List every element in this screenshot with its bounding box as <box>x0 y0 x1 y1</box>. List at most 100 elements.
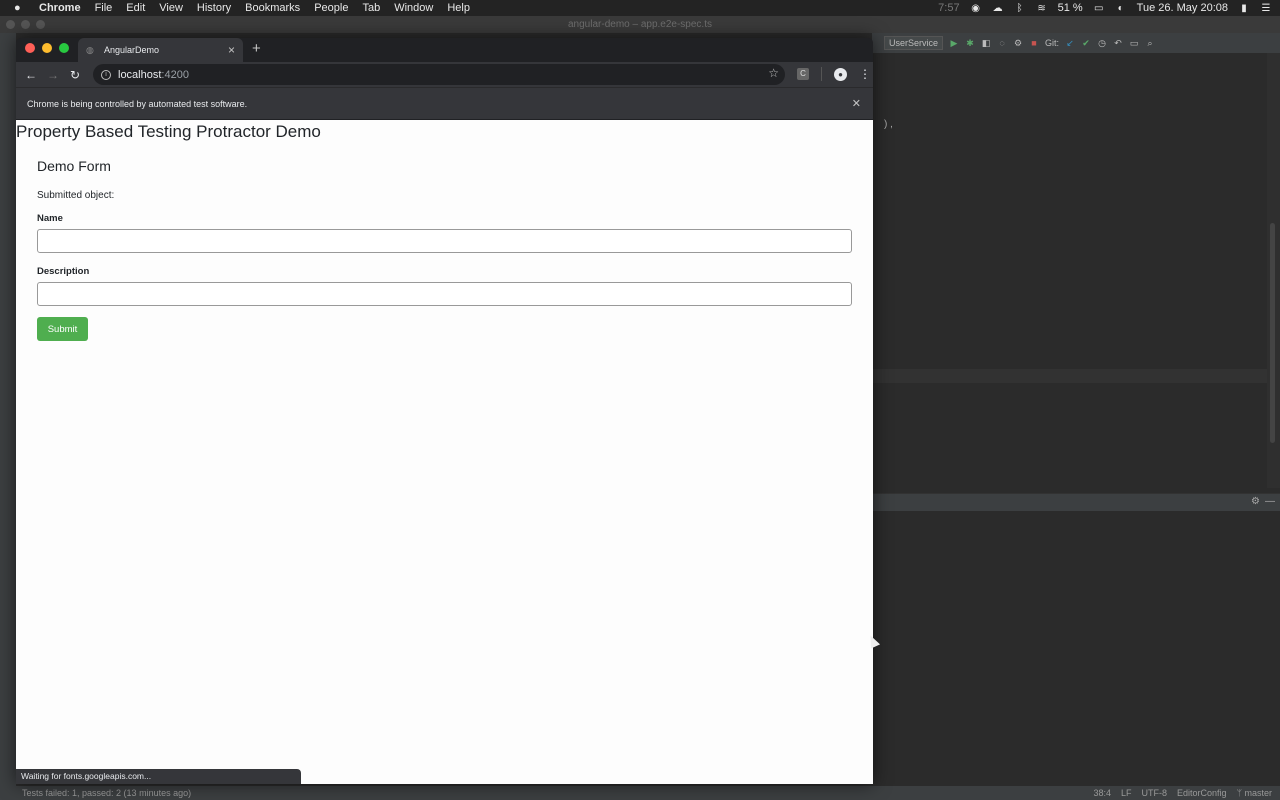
coverage-icon[interactable]: ◧ <box>981 38 991 48</box>
globe-favicon-icon: ◍ <box>86 45 94 55</box>
run-config-select[interactable]: UserService <box>884 36 944 50</box>
ide-window-title: angular-demo – app.e2e-spec.ts <box>568 19 712 30</box>
extension-icon[interactable]: C <box>797 68 809 80</box>
menu-file[interactable]: File <box>95 2 113 14</box>
ide-search-icon[interactable]: ⌕ <box>1145 38 1155 48</box>
page-title: Property Based Testing Protractor Demo <box>16 122 321 141</box>
name-label: Name <box>37 213 63 224</box>
file-encoding[interactable]: UTF-8 <box>1142 788 1168 798</box>
menu-view[interactable]: View <box>159 2 183 14</box>
kebab-menu-icon[interactable]: ⋮ <box>859 67 871 81</box>
tab-strip: ◍ AngularDemo × + <box>16 38 873 62</box>
menu-people[interactable]: People <box>314 2 348 14</box>
page-content: Property Based Testing Protractor Demo D… <box>16 120 873 784</box>
name-input[interactable] <box>37 229 852 253</box>
ide-tool-window <box>872 511 1280 786</box>
notification-center-icon[interactable]: ▮ <box>1238 3 1250 14</box>
apple-icon[interactable]: ● <box>14 2 28 14</box>
description-input[interactable] <box>37 282 852 306</box>
toolbar-divider <box>821 67 822 81</box>
control-strip-icon[interactable]: ☰ <box>1260 3 1272 14</box>
ide-tool-window-header: ⚙ — <box>872 493 1280 511</box>
git-update-icon[interactable]: ↙ <box>1065 38 1075 48</box>
address-bar[interactable]: i localhost:4200 ☆ <box>93 64 785 85</box>
tab-angulardemo[interactable]: ◍ AngularDemo × <box>78 38 243 62</box>
line-separator[interactable]: LF <box>1121 788 1132 798</box>
branch-name: master <box>1244 788 1272 798</box>
forward-arrow-icon[interactable]: → <box>42 68 64 82</box>
wifi-icon[interactable]: ≋ <box>1036 3 1048 14</box>
profile-icon[interactable]: ◌ <box>997 38 1007 48</box>
menu-tab[interactable]: Tab <box>362 2 380 14</box>
chrome-window: ◍ AngularDemo × + ← → ↻ i localhost:4200… <box>16 38 873 784</box>
ide-status-right: 38:4 LF UTF-8 EditorConfig ᛘ master <box>1093 788 1272 798</box>
time-remaining: 7:57 <box>938 2 960 14</box>
code-fragment: ) , <box>884 119 893 130</box>
cloud-icon[interactable]: ☁ <box>992 3 1004 14</box>
ide-editor[interactable]: ) , <box>872 53 1267 488</box>
reload-icon[interactable]: ↻ <box>64 68 86 82</box>
editorconfig-indicator[interactable]: EditorConfig <box>1177 788 1227 798</box>
ide-title-bar: angular-demo – app.e2e-spec.ts <box>0 16 1280 33</box>
description-label: Description <box>37 266 90 277</box>
ide-left-tool-strip <box>0 33 16 800</box>
minimize-icon[interactable]: — <box>1265 496 1275 507</box>
layout-icon[interactable]: ▭ <box>1129 38 1139 48</box>
form-title: Demo Form <box>37 158 111 174</box>
tab-title: AngularDemo <box>104 45 160 55</box>
browser-toolbar: ← → ↻ i localhost:4200 ☆ C ● ⋮ <box>16 62 873 87</box>
run-icon[interactable]: ▶ <box>949 38 959 48</box>
menu-history[interactable]: History <box>197 2 231 14</box>
ide-window-controls <box>6 20 45 29</box>
git-commit-icon[interactable]: ✔ <box>1081 38 1091 48</box>
toolbar-actions: C ● ⋮ <box>797 67 871 81</box>
menu-window[interactable]: Window <box>394 2 433 14</box>
menu-bookmarks[interactable]: Bookmarks <box>245 2 300 14</box>
debug-icon[interactable]: ✱ <box>965 38 975 48</box>
ide-toolbar: UserService ▶ ✱ ◧ ◌ ⚙ ■ Git: ↙ ✔ ◷ ↶ ▭ ⌕ <box>872 33 1280 53</box>
minimize-window-button[interactable] <box>42 43 52 53</box>
scrollbar-thumb[interactable] <box>1270 223 1275 443</box>
settings-gear-icon[interactable]: ⚙ <box>1251 496 1260 507</box>
git-branch[interactable]: ᛘ master <box>1237 788 1272 798</box>
revert-icon[interactable]: ↶ <box>1113 38 1123 48</box>
current-line-highlight <box>872 369 1267 383</box>
close-tab-icon[interactable]: × <box>228 43 235 57</box>
ide-status-bar: Tests failed: 1, passed: 2 (13 minutes a… <box>0 786 1280 800</box>
submitted-object-label: Submitted object: <box>37 190 115 201</box>
new-tab-icon[interactable]: + <box>252 40 261 57</box>
window-controls <box>25 43 69 53</box>
record-icon[interactable]: ◉ <box>970 3 982 14</box>
back-arrow-icon[interactable]: ← <box>20 68 42 82</box>
menu-edit[interactable]: Edit <box>126 2 145 14</box>
loading-status-bubble: Waiting for fonts.googleapis.com... <box>16 769 301 784</box>
menu-bar-status-area: 7:57 ◉ ☁ ᛒ ≋ 51 % ▭ ◐ Tue 26. May 20:08 … <box>938 0 1272 16</box>
battery-percent[interactable]: 51 % <box>1058 2 1083 14</box>
caret-position[interactable]: 38:4 <box>1093 788 1111 798</box>
git-label: Git: <box>1045 38 1060 48</box>
branch-icon: ᛘ <box>1236 788 1242 798</box>
submit-button[interactable]: Submit <box>37 317 88 341</box>
automation-infobar: Chrome is being controlled by automated … <box>16 87 873 119</box>
bookmark-star-icon[interactable]: ☆ <box>768 66 779 80</box>
ide-editor-scrollbar[interactable] <box>1267 53 1280 488</box>
macos-menu-bar: ● Chrome File Edit View History Bookmark… <box>0 0 1280 16</box>
url-port: :4200 <box>161 68 189 81</box>
sync-icon[interactable]: ◐ <box>1115 3 1127 14</box>
url-host: localhost <box>118 68 162 81</box>
profile-avatar-icon[interactable]: ● <box>834 67 847 81</box>
build-icon[interactable]: ⚙ <box>1013 38 1023 48</box>
menu-help[interactable]: Help <box>447 2 470 14</box>
bluetooth-icon[interactable]: ᛒ <box>1014 3 1026 14</box>
close-window-button[interactable] <box>25 43 35 53</box>
clock-datetime[interactable]: Tue 26. May 20:08 <box>1137 2 1228 14</box>
test-status-text: Tests failed: 1, passed: 2 (13 minutes a… <box>22 788 192 798</box>
battery-icon: ▭ <box>1093 2 1104 14</box>
close-infobar-icon[interactable]: ✕ <box>852 97 861 110</box>
infobar-message: Chrome is being controlled by automated … <box>27 98 248 109</box>
zoom-window-button[interactable] <box>59 43 69 53</box>
site-info-icon[interactable]: i <box>101 69 111 80</box>
stop-icon[interactable]: ■ <box>1029 38 1039 48</box>
history-icon[interactable]: ◷ <box>1097 38 1107 48</box>
menu-app-chrome[interactable]: Chrome <box>39 2 81 14</box>
